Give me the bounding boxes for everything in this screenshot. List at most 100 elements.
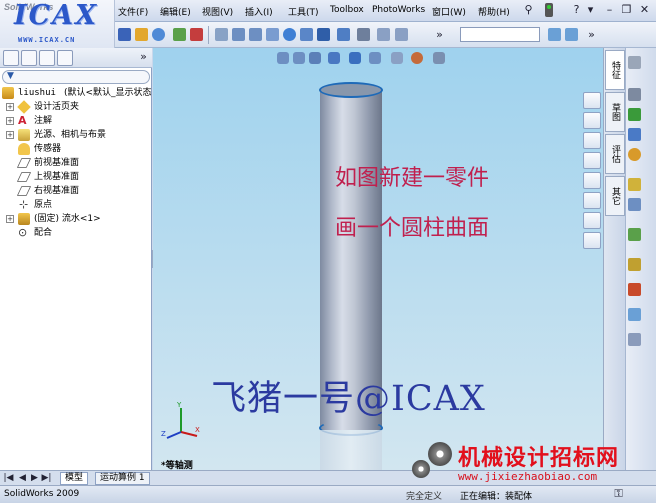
instruction-line-2: 画一个圆柱曲面 — [335, 216, 490, 241]
section-view-icon[interactable] — [357, 28, 370, 41]
definition-status: 完全定义 — [406, 492, 443, 502]
restore-button[interactable]: ❐ — [620, 3, 633, 17]
reference-geometry-icon[interactable] — [628, 228, 641, 241]
small-gear-icon — [412, 460, 430, 478]
zoom-fit-hud-icon[interactable] — [277, 52, 289, 64]
search-icon[interactable] — [583, 152, 601, 169]
tab-model[interactable]: 模型 — [60, 472, 89, 485]
display-style-hud-icon[interactable] — [369, 52, 381, 64]
options-icon[interactable] — [565, 28, 578, 41]
section-view-hud-icon[interactable] — [328, 52, 340, 64]
origin-icon: ⊹ — [19, 198, 29, 211]
pin-icon[interactable]: ⚲ — [522, 3, 535, 17]
toolbar-overflow-icon[interactable]: » — [433, 28, 446, 42]
dimxpert-tab[interactable] — [57, 50, 73, 66]
exploded-view-icon[interactable] — [628, 308, 641, 321]
menu-window[interactable]: 窗口(W) — [432, 5, 466, 18]
configuration-dropdown[interactable] — [460, 27, 540, 42]
zoom-area-icon[interactable] — [249, 28, 262, 41]
tab-features[interactable]: 特征 — [605, 50, 625, 90]
instant3d-icon[interactable] — [628, 333, 641, 346]
configuration-manager-tab[interactable] — [39, 50, 55, 66]
graphics-area[interactable]: 如图新建一零件 画一个圆柱曲面 飞猪一号@ICAX Y X Z *等轴测 — [153, 48, 603, 470]
tab-last-icon[interactable]: ▶| — [40, 471, 53, 485]
bill-of-materials-icon[interactable] — [628, 283, 641, 296]
sum-icon[interactable] — [152, 28, 165, 41]
pan-icon[interactable] — [300, 28, 313, 41]
toolbar-overflow-right-icon[interactable]: » — [585, 28, 598, 42]
lock-icon[interactable]: ⚿ — [612, 487, 625, 501]
new-motion-study-icon[interactable] — [628, 258, 641, 271]
close-button[interactable]: ✕ — [638, 3, 651, 17]
menu-edit[interactable]: 编辑(E) — [160, 5, 191, 18]
tab-motion-study[interactable]: 运动算例 1 — [95, 472, 150, 485]
zoom-area-hud-icon[interactable] — [293, 52, 305, 64]
view-palette-icon[interactable] — [583, 172, 601, 189]
menu-help[interactable]: 帮助(H) — [478, 5, 510, 18]
editing-status: 正在编辑：装配体 — [460, 492, 533, 502]
property-manager-tab[interactable] — [21, 50, 37, 66]
open-icon[interactable] — [135, 28, 148, 41]
sw-resources-icon[interactable] — [583, 92, 601, 109]
previous-view-hud-icon[interactable] — [309, 52, 321, 64]
view-orientation-icon[interactable] — [317, 28, 330, 41]
cylinder-top-edge[interactable] — [319, 82, 383, 98]
task-pane-icons — [583, 92, 603, 252]
tab-first-icon[interactable]: |◀ — [2, 471, 15, 485]
expand-icon[interactable]: + — [6, 103, 14, 111]
tree-item-label: 光源、相机与布景 — [34, 130, 107, 140]
extrude-icon[interactable] — [628, 56, 641, 69]
grid-icon[interactable] — [173, 28, 186, 41]
tree-item-label: (固定) 流水<1> — [34, 214, 101, 224]
tab-other[interactable]: 其它 — [605, 176, 625, 216]
tab-evaluate[interactable]: 评估 — [605, 134, 625, 174]
move-component-icon[interactable] — [628, 148, 641, 161]
panel-overflow-icon[interactable]: » — [137, 50, 150, 64]
hide-show-hud-icon[interactable] — [391, 52, 403, 64]
menu-tools[interactable]: 工具(T) — [288, 5, 319, 18]
menu-toolbox[interactable]: Toolbox — [330, 5, 364, 15]
view-orientation-hud-icon[interactable] — [349, 52, 361, 64]
hide-show-icon[interactable] — [377, 28, 390, 41]
expand-icon[interactable]: + — [6, 215, 14, 223]
macro-icon[interactable] — [190, 28, 203, 41]
feature-manager-tab[interactable] — [3, 50, 19, 66]
menu-insert[interactable]: 插入(I) — [245, 5, 273, 18]
new-document-icon[interactable] — [118, 28, 131, 41]
show-hidden-icon[interactable] — [628, 178, 641, 191]
grid-settings-icon[interactable] — [548, 28, 561, 41]
root-config: (默认<默认_显示状态 — [64, 88, 152, 98]
display-style-icon[interactable] — [337, 28, 350, 41]
file-explorer-icon[interactable] — [583, 132, 601, 149]
zoom-fit-icon[interactable] — [232, 28, 245, 41]
sensor-icon — [18, 143, 30, 155]
help-dropdown-icon[interactable]: ▾ — [584, 3, 597, 17]
rotate-icon[interactable] — [283, 28, 296, 41]
appearance-hud-icon[interactable] — [411, 52, 423, 64]
paperclip-icon[interactable] — [628, 88, 641, 101]
menu-photoworks[interactable]: PhotoWorks — [372, 5, 425, 15]
reference-triad: Y X Z — [161, 401, 200, 439]
select-icon[interactable] — [215, 28, 228, 41]
menu-file[interactable]: 文件(F) — [118, 5, 148, 18]
menu-view[interactable]: 视图(V) — [202, 5, 233, 18]
custom-properties-icon[interactable] — [583, 212, 601, 229]
filter-field[interactable]: ▼ — [2, 70, 150, 84]
logo-url: WWW.ICAX.CN — [18, 36, 76, 44]
design-library-icon[interactable] — [583, 112, 601, 129]
scene-hud-icon[interactable] — [433, 52, 445, 64]
assembly-features-icon[interactable] — [628, 198, 641, 211]
zoom-in-out-icon[interactable] — [266, 28, 279, 41]
mate-icon[interactable] — [628, 108, 641, 121]
annotation-icon: A — [18, 114, 27, 127]
component-pattern-icon[interactable] — [628, 128, 641, 141]
appearance-icon[interactable] — [395, 28, 408, 41]
document-recovery-icon[interactable] — [583, 232, 601, 249]
tab-sketch[interactable]: 草图 — [605, 92, 625, 132]
status-bar: SolidWorks 2009 完全定义 正在编辑：装配体 ⚿ — [0, 485, 656, 503]
minimize-button[interactable]: – — [603, 3, 616, 17]
appearances-icon[interactable] — [583, 192, 601, 209]
help-button[interactable]: ? — [570, 3, 583, 17]
expand-icon[interactable]: + — [6, 117, 14, 125]
expand-icon[interactable]: + — [6, 131, 14, 139]
